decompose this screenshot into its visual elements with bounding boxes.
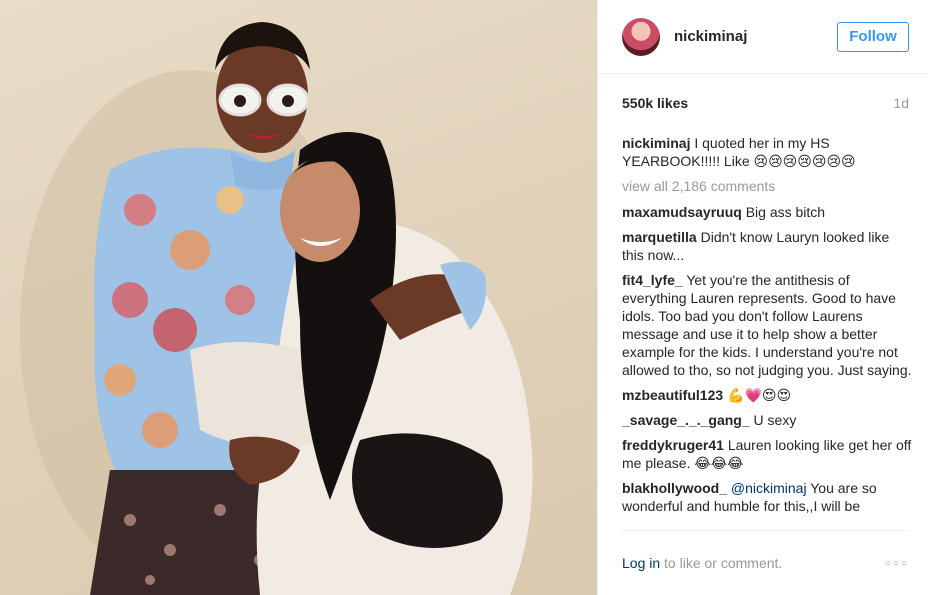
post-footer: Log in to like or comment. ○○○: [622, 530, 909, 595]
comment-item: marquetilla Didn't know Lauryn looked li…: [622, 228, 912, 264]
comments-list[interactable]: nickiminaj I quoted her in my HS YEARBOO…: [622, 134, 912, 529]
login-link[interactable]: Log in: [622, 555, 660, 571]
login-prompt-text: to like or comment.: [660, 555, 783, 571]
comment-item: freddykruger41 Lauren looking like get h…: [622, 436, 912, 472]
post-photo[interactable]: [0, 0, 597, 595]
comment-text: Big ass bitch: [745, 204, 826, 220]
comment-username[interactable]: fit4_lyfe_: [622, 272, 683, 288]
avatar[interactable]: [622, 17, 660, 56]
comment-username[interactable]: marquetilla: [622, 229, 697, 245]
caption: nickiminaj I quoted her in my HS YEARBOO…: [622, 134, 912, 170]
comment-item: maxamudsayruuq Big ass bitch: [622, 203, 912, 221]
photo-illustration: [20, 22, 533, 595]
comment-username[interactable]: freddykruger41: [622, 437, 724, 453]
comment-text: 💪💗😍😍: [727, 387, 792, 403]
comment-username[interactable]: _savage_._._gang_: [622, 412, 750, 428]
likes-count[interactable]: 550k likes: [622, 95, 688, 111]
follow-button[interactable]: Follow: [837, 21, 909, 52]
post-sidebar: nickiminaj Follow 550k likes 1d nickimin…: [597, 0, 928, 595]
comment-mention[interactable]: @nickiminaj: [731, 480, 807, 496]
comment-item: _savage_._._gang_ U sexy: [622, 411, 912, 429]
comment-username[interactable]: blakhollywood_: [622, 480, 727, 496]
view-all-comments-link[interactable]: view all 2,186 comments: [622, 177, 912, 195]
more-options-icon[interactable]: ○○○: [885, 558, 909, 569]
comment-item: mzbeautiful123 💪💗😍😍: [622, 386, 912, 404]
caption-username[interactable]: nickiminaj: [622, 135, 690, 151]
login-prompt: Log in to like or comment.: [622, 555, 782, 571]
instagram-post: nickiminaj Follow 550k likes 1d nickimin…: [0, 0, 928, 595]
comment-username[interactable]: mzbeautiful123: [622, 387, 723, 403]
post-age[interactable]: 1d: [893, 95, 909, 111]
comment-username[interactable]: maxamudsayruuq: [622, 204, 742, 220]
comment-item: blakhollywood_ @nickiminaj You are so wo…: [622, 479, 912, 515]
post-header: nickiminaj Follow: [598, 0, 928, 74]
comment-text: U sexy: [753, 412, 797, 428]
post-author-username[interactable]: nickiminaj: [674, 28, 837, 45]
comment-item: fit4_lyfe_ Yet you're the antithesis of …: [622, 271, 912, 379]
post-meta: 550k likes 1d: [622, 95, 909, 111]
